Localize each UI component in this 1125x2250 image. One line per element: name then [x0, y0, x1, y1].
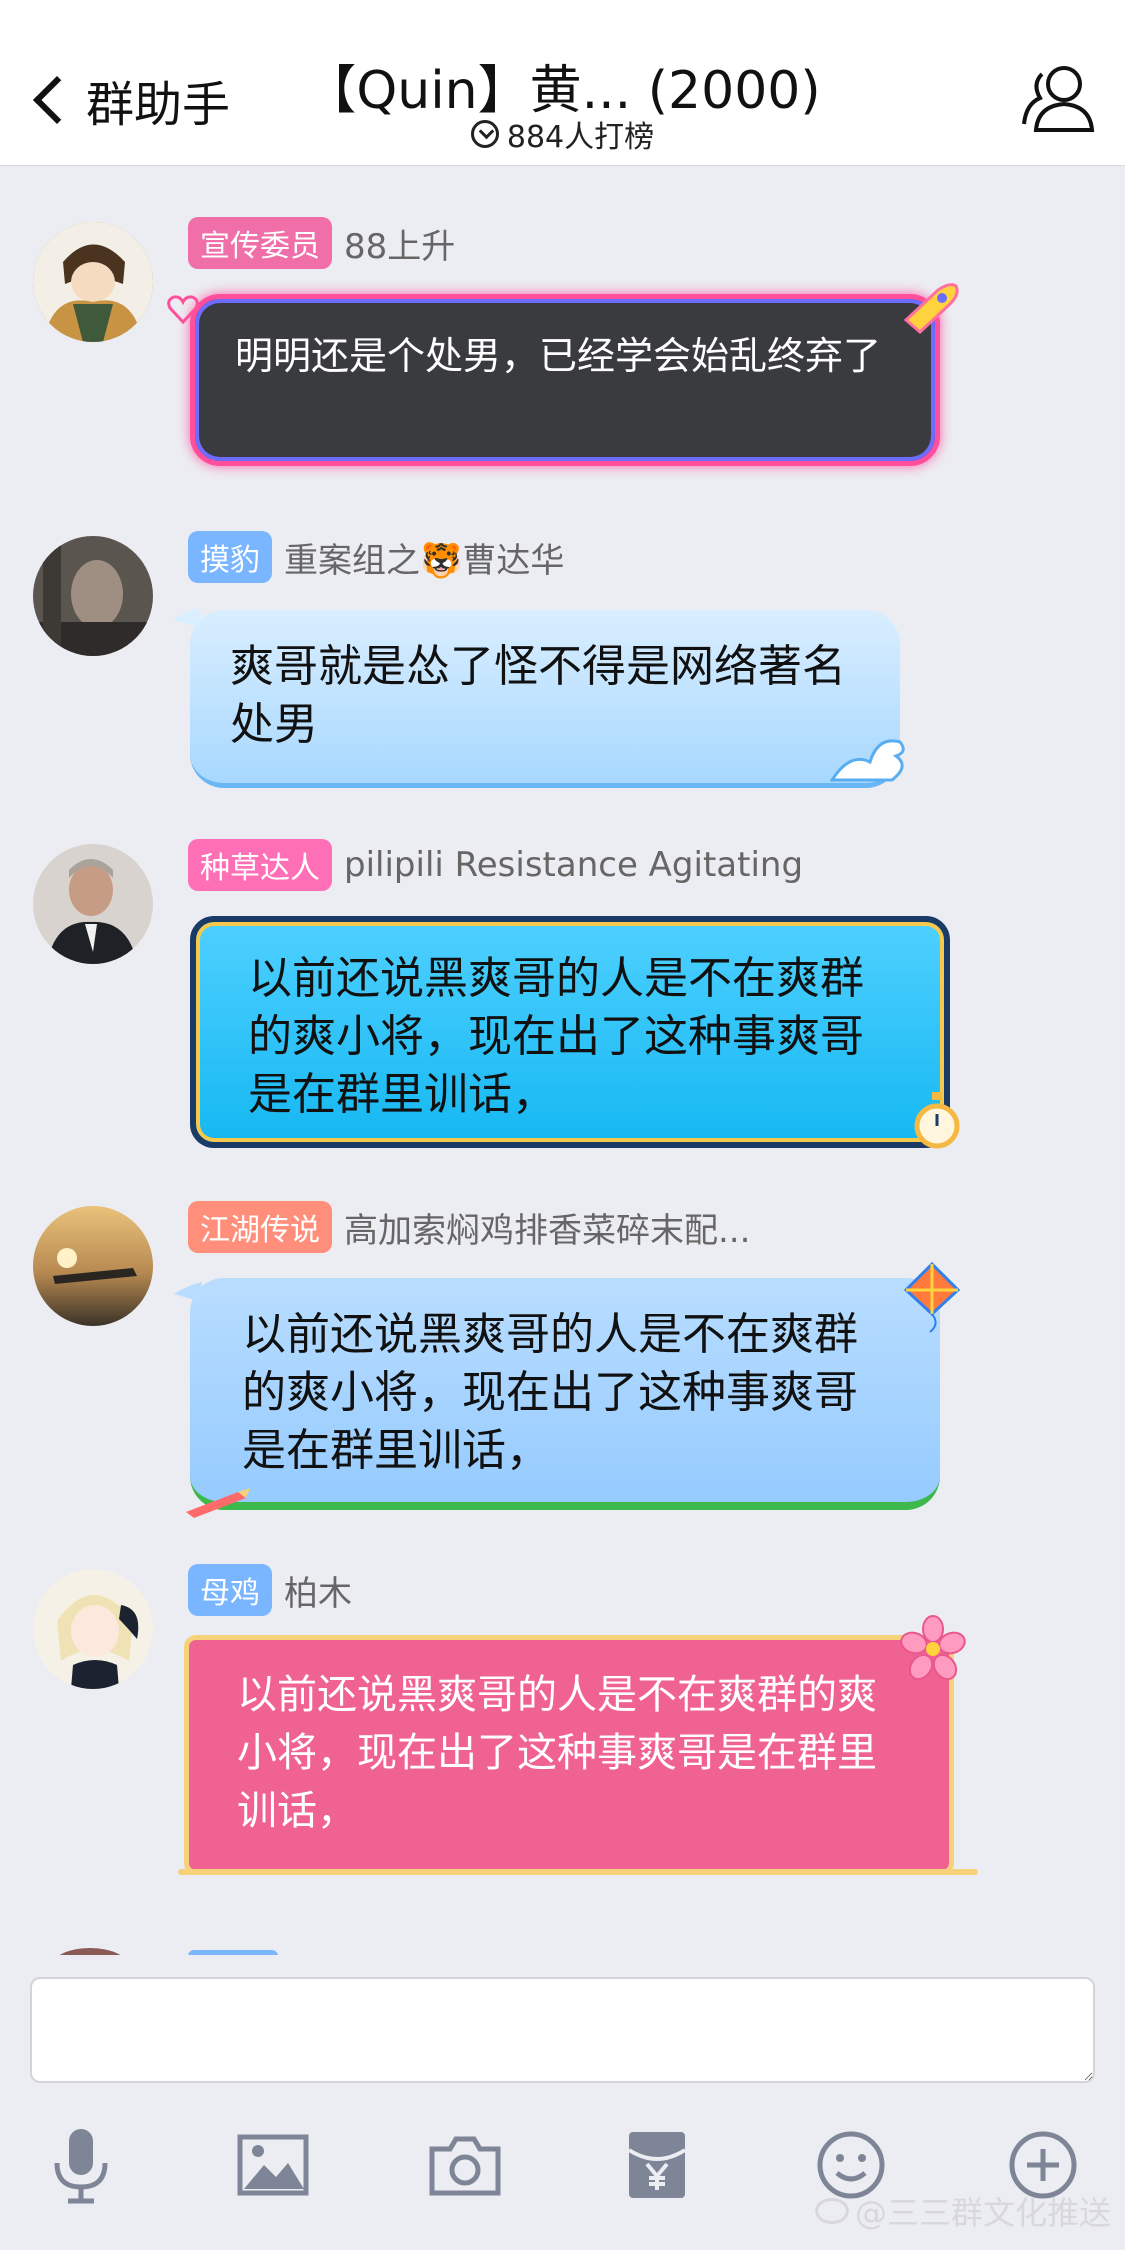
wave-decoration-icon	[830, 739, 905, 782]
message-input[interactable]	[30, 1977, 1095, 2083]
message-bubble[interactable]: 明明还是个处男，已经学会始乱终弃了	[190, 294, 940, 466]
avatar[interactable]	[33, 222, 153, 342]
avatar-image	[33, 1569, 153, 1689]
red-packet-button[interactable]	[612, 2120, 702, 2210]
bubble-tail-icon	[174, 1282, 202, 1302]
avatar-image	[33, 1206, 153, 1326]
image-button[interactable]	[228, 2120, 318, 2210]
chat-message: 宣传委员 88上升 明明还是个处男，已经学会始乱终弃了	[0, 217, 1125, 488]
avatar[interactable]	[33, 536, 153, 656]
message-bubble[interactable]: 爽哥就是怂了怪不得是网络著名处男	[190, 610, 900, 788]
chat-message: 摸豹 重案组之🐯曹达华 爽哥就是怂了怪不得是网络著名处男	[0, 531, 1125, 792]
title-badge: 母鸡	[188, 1564, 272, 1616]
title-badge: 江湖传说	[188, 1201, 332, 1253]
title-badge: 宣传委员	[188, 217, 332, 269]
heart-decoration-icon	[167, 295, 199, 325]
avatar[interactable]	[33, 844, 153, 964]
watermark-text: @三三群文化推送	[854, 2194, 1111, 2232]
sender-meta: 摸豹 重案组之🐯曹达华	[188, 531, 564, 583]
rocket-decoration-icon	[903, 283, 959, 334]
watermark: @三三群文化推送	[814, 2188, 1111, 2234]
avatar[interactable]	[33, 1569, 153, 1689]
message-text: 以前还说黑爽哥的人是不在爽群的爽小将，现在出了这种事爽哥是在群里训话，	[248, 953, 864, 1120]
stopwatch-decoration-icon	[914, 1092, 960, 1149]
sender-meta: 宣传委员 88上升	[188, 217, 455, 269]
image-icon	[237, 2134, 309, 2196]
sender-name[interactable]: 柏木	[284, 1566, 352, 1615]
message-text: 以前还说黑爽哥的人是不在爽群的爽小将，现在出了这种事爽哥是在群里训话，	[237, 1672, 877, 1834]
camera-button[interactable]	[420, 2120, 510, 2210]
avatar-image	[33, 844, 153, 964]
rank-text: 884人打榜	[506, 120, 655, 155]
message-bubble[interactable]: 以前还说黑爽哥的人是不在爽群的爽小将，现在出了这种事爽哥是在群里训话，	[190, 1278, 940, 1510]
chevron-circle-icon	[470, 120, 499, 148]
message-bubble[interactable]: 以前还说黑爽哥的人是不在爽群的爽小将，现在出了这种事爽哥是在群里训话，	[184, 1635, 954, 1875]
group-members-icon	[1022, 66, 1095, 132]
sender-name[interactable]: 88上升	[344, 219, 455, 268]
group-members-button[interactable]	[1020, 62, 1098, 134]
input-bar: @三三群文化推送	[0, 1955, 1125, 2250]
sender-name[interactable]: 高加索焖鸡排香菜碎末配...	[344, 1203, 750, 1252]
chat-message: 江湖传说 高加索焖鸡排香菜碎末配... 以前还说黑爽哥的人是不在爽群的爽小将，现…	[0, 1201, 1125, 1532]
kite-decoration-icon	[903, 1262, 961, 1333]
title-badge: 种草达人	[188, 839, 332, 891]
pencil-decoration-icon	[186, 1488, 250, 1518]
scroll-rod-decoration	[178, 1869, 978, 1875]
message-bubble[interactable]: 以前还说黑爽哥的人是不在爽群的爽小将，现在出了这种事爽哥是在群里训话，	[190, 916, 950, 1148]
chat-header: 群助手 【Quin】黄... (2000) 884人打榜	[0, 0, 1125, 166]
message-text: 爽哥就是怂了怪不得是网络著名处男	[230, 641, 846, 750]
chat-message: 种草达人 pilipili Resistance Agitating 以前还说黑…	[0, 839, 1125, 1170]
chat-message: 母鸡 柏木 以前还说黑爽哥的人是不在爽群的爽小将，现在出了这种事爽哥是在群里训话…	[0, 1564, 1125, 1905]
message-text: 明明还是个处男，已经学会始乱终弃了	[235, 334, 882, 378]
camera-icon	[429, 2136, 501, 2196]
sender-name[interactable]: 重案组之🐯曹达华	[284, 533, 564, 582]
avatar[interactable]	[33, 1206, 153, 1326]
microphone-icon	[54, 2129, 108, 2204]
flower-decoration-icon	[900, 1615, 966, 1681]
avatar-image	[33, 222, 153, 342]
message-text: 以前还说黑爽哥的人是不在爽群的爽小将，现在出了这种事爽哥是在群里训话，	[242, 1309, 858, 1476]
sender-name[interactable]: pilipili Resistance Agitating	[344, 845, 803, 885]
bubble-tail-icon	[172, 608, 200, 628]
sender-meta: 江湖传说 高加索焖鸡排香菜碎末配...	[188, 1201, 750, 1253]
avatar-image	[33, 536, 153, 656]
sender-meta: 种草达人 pilipili Resistance Agitating	[188, 839, 803, 891]
sender-meta: 母鸡 柏木	[188, 1564, 352, 1616]
rank-subtitle[interactable]: 884人打榜	[360, 112, 765, 156]
red-packet-icon	[627, 2132, 687, 2198]
voice-button[interactable]	[36, 2120, 126, 2210]
title-badge: 摸豹	[188, 531, 272, 583]
chevron-left-icon	[32, 75, 82, 125]
weibo-logo-icon	[814, 2198, 849, 2224]
